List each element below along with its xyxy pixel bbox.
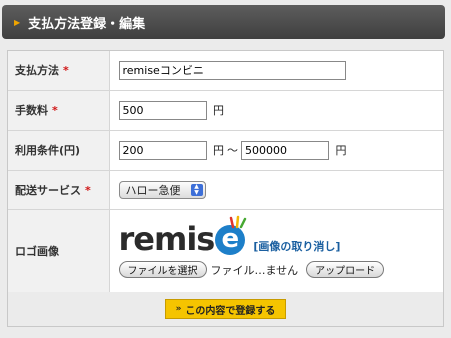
label-conditions: 利用条件(円) (8, 130, 110, 171)
form-panel: 支払方法* 手数料* 円 利用条件(円) 円〜 円 (7, 50, 444, 327)
fee-unit: 円 (213, 104, 224, 117)
required-mark: * (52, 104, 58, 117)
file-name-label: ファイル…ません (210, 263, 299, 277)
submit-label: この内容で登録する (185, 305, 276, 317)
condition-max-input[interactable] (241, 140, 329, 160)
row-conditions: 利用条件(円) 円〜 円 (8, 130, 443, 171)
page-title: 支払方法登録・編集 (28, 16, 146, 32)
condition-min-unit: 円 (213, 144, 224, 157)
logo-image: remis e (119, 215, 247, 255)
page-header: ▶ 支払方法登録・編集 (2, 5, 445, 39)
form-table: 支払方法* 手数料* 円 利用条件(円) 円〜 円 (8, 51, 443, 293)
label-payment-method: 支払方法 * (8, 51, 110, 91)
row-fee: 手数料* 円 (8, 90, 443, 131)
submit-button[interactable]: » この内容で登録する (165, 299, 286, 319)
required-mark: * (63, 64, 69, 78)
range-separator: 〜 (227, 144, 238, 157)
logo-e-mark: e (215, 215, 247, 255)
select-arrows-icon: ▲ ▼ (190, 183, 203, 196)
label-logo: ロゴ画像 (8, 209, 110, 293)
logo-rays-icon (230, 215, 247, 229)
row-delivery: 配送サービス * ハロー急便 ▲ ▼ (8, 170, 443, 210)
delivery-select-value: ハロー急便 (125, 183, 181, 197)
condition-min-input[interactable] (118, 140, 207, 160)
label-fee: 手数料 * (8, 90, 110, 131)
chevron-right-icon: » (175, 304, 182, 314)
fee-input[interactable] (118, 100, 207, 120)
choose-file-button[interactable]: ファイルを選択 (118, 261, 207, 278)
form-footer: » この内容で登録する (8, 292, 443, 326)
label-delivery: 配送サービス * (8, 170, 110, 210)
row-logo: ロゴ画像 remis e [画像の取り消し] ファイルを選択 ファイル…ません … (8, 209, 443, 293)
delivery-select[interactable]: ハロー急便 ▲ ▼ (118, 180, 206, 199)
condition-max-unit: 円 (335, 144, 347, 157)
row-payment-method: 支払方法 * (8, 51, 443, 91)
header-bullet-icon: ▶ (14, 17, 21, 27)
delete-image-link[interactable]: [画像の取り消し] (253, 238, 340, 254)
payment-method-input[interactable] (118, 60, 346, 80)
required-mark: * (85, 183, 91, 197)
upload-button[interactable]: アップロード (306, 261, 385, 278)
